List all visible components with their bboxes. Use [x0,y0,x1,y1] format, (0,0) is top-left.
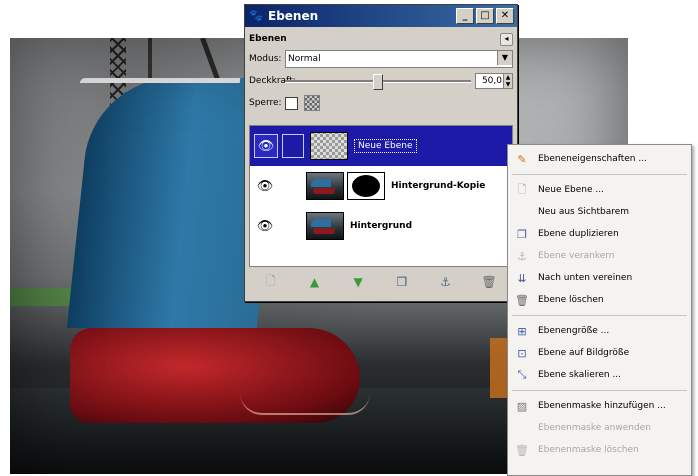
menu-separator [512,315,687,316]
minimize-button[interactable]: _ [456,8,474,24]
title-bar[interactable]: 🐾 Ebenen _ □ ✕ [245,5,517,27]
maximize-button[interactable]: □ [476,8,494,24]
anchor-icon: ⚓ [517,249,527,263]
layer-to-image-size-icon: ⊡ [517,346,527,360]
layer-name[interactable]: Hintergrund [350,221,412,231]
mode-label: Modus: [249,54,282,64]
layer-row-hintergrund[interactable]: 👁 Hintergrund [250,206,512,246]
anchor-layer-icon[interactable]: ⚓ [436,273,454,291]
opacity-slider[interactable] [285,73,471,90]
lock-row: Sperre: [245,92,517,114]
eye-icon[interactable]: 👁 [254,134,278,158]
gimp-app-icon: 🐾 [249,9,263,22]
menu-item-label: Ebene skalieren ... [538,370,622,380]
chevron-down-icon[interactable]: ▼ [497,51,512,65]
menu-item-label: Ebenenmaske hinzufügen ... [538,401,666,411]
layers-dialog: 🐾 Ebenen _ □ ✕ Ebenen ◂ Modus: Normal ▼ … [244,4,518,302]
chain-toggle[interactable] [280,215,300,237]
menu-item-apply-layer-mask: Ebenenmaske anwenden [508,417,691,439]
menu-item-anchor-layer: ⚓ Ebene verankern [508,245,691,267]
menu-item-label: Nach unten vereinen [538,273,633,283]
merge-down-icon: ⇊ [517,271,527,285]
layer-row-neue-ebene[interactable]: 👁 Neue Ebene [250,126,512,166]
add-mask-icon: ▨ [516,399,528,413]
spin-arrows-icon[interactable]: ▲ ▼ [503,74,512,88]
opacity-row: Deckkraft: 50,0 ▲ ▼ [245,70,517,92]
scale-icon: ⤡ [517,368,527,381]
menu-item-label: Neue Ebene ... [538,185,604,195]
menu-item-layer-size[interactable]: ⊞ Ebenengröße ... [508,320,691,342]
menu-item-label: Ebene auf Bildgröße [538,348,630,358]
layer-thumbnail [306,212,344,240]
menu-item-new-layer[interactable]: 🗋 Neue Ebene ... [508,179,691,201]
new-layer-icon[interactable]: 🗋 [262,273,280,291]
menu-item-duplicate-layer[interactable]: ❐ Ebene duplizieren [508,223,691,245]
layer-row-hintergrund-kopie[interactable]: 👁 Hintergrund-Kopie [250,166,512,206]
menu-item-label: Ebene löschen [538,295,604,305]
edit-icon: ✎ [517,152,527,166]
trash-icon: 🗑 [515,293,529,307]
menu-item-delete-layer[interactable]: 🗑 Ebene löschen [508,289,691,311]
lower-layer-icon[interactable]: ▼ [349,273,367,291]
layer-list: 👁 Neue Ebene 👁 Hintergrund-Kopie 👁 Hinte… [249,125,513,267]
raise-layer-icon[interactable]: ▲ [305,273,323,291]
menu-item-delete-layer-mask: 🗑 Ebenenmaske löschen [508,439,691,461]
mode-select[interactable]: Normal ▼ [285,50,513,68]
layer-thumbnail [310,132,348,160]
menu-item-label: Neu aus Sichtbarem [538,207,630,217]
close-button[interactable]: ✕ [496,8,514,24]
chain-toggle[interactable] [282,134,304,158]
trash-icon: 🗑 [515,443,529,457]
layer-name[interactable]: Hintergrund-Kopie [391,181,485,191]
eye-icon[interactable]: 👁 [254,215,276,237]
menu-item-layer-to-image-size[interactable]: ⊡ Ebene auf Bildgröße [508,342,691,364]
menu-item-label: Ebene duplizieren [538,229,619,239]
window-title: Ebenen [268,9,319,23]
panel-header: Ebenen ◂ [245,30,517,48]
delete-layer-icon[interactable]: 🗑 [480,273,498,291]
opacity-label: Deckkraft: [249,76,296,86]
eye-icon[interactable]: 👁 [254,175,276,197]
menu-item-label: Ebenengröße ... [538,326,610,336]
layer-context-menu: ✎ Ebeneneigenschaften ... 🗋 Neue Ebene .… [507,144,692,476]
menu-item-add-layer-mask[interactable]: ▨ Ebenenmaske hinzufügen ... [508,395,691,417]
menu-item-new-from-visible[interactable]: Neu aus Sichtbarem [508,201,691,223]
checkerboard-icon [304,95,320,111]
lock-alpha-checkbox[interactable] [285,96,298,110]
mask-thumbnail [347,172,385,200]
menu-separator [512,390,687,391]
new-document-icon: 🗋 [517,182,527,196]
mode-row: Modus: Normal ▼ [245,48,517,70]
menu-item-label: Ebenenmaske anwenden [538,423,651,433]
menu-item-label: Ebenenmaske löschen [538,445,639,455]
mode-value: Normal [288,54,321,64]
menu-item-merge-down[interactable]: ⇊ Nach unten vereinen [508,267,691,289]
menu-item-label: Ebene verankern [538,251,615,261]
panel-title: Ebenen [249,34,287,44]
opacity-value: 50,0 [481,76,502,86]
duplicate-layer-icon[interactable]: ❐ [393,273,411,291]
panel-menu-icon[interactable]: ◂ [500,32,513,46]
menu-item-scale-layer[interactable]: ⤡ Ebene skalieren ... [508,364,691,386]
menu-separator [512,174,687,175]
slider-handle[interactable] [373,74,383,90]
layer-size-icon: ⊞ [517,324,527,338]
chain-toggle[interactable] [280,175,300,197]
duplicate-icon: ❐ [517,227,527,241]
opacity-spinbox[interactable]: 50,0 ▲ ▼ [475,73,513,89]
layer-thumbnail [306,172,344,200]
menu-item-label: Ebeneneigenschaften ... [538,154,647,164]
layer-toolbar: 🗋 ▲ ▼ ❐ ⚓ 🗑 [249,269,511,295]
layer-name[interactable]: Neue Ebene [354,139,417,153]
menu-item-layer-properties[interactable]: ✎ Ebeneneigenschaften ... [508,148,691,170]
lock-label: Sperre: [249,98,282,108]
